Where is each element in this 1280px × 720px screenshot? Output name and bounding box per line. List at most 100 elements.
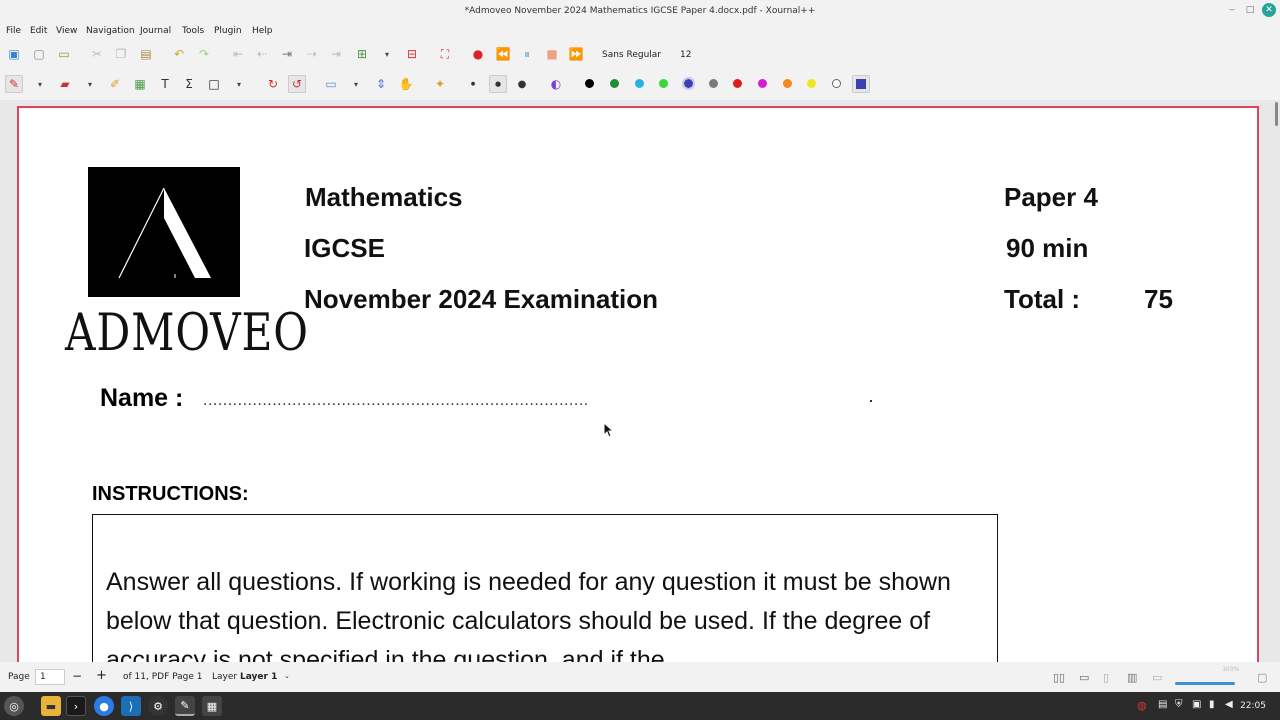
- thin-line-icon[interactable]: ●: [464, 75, 482, 93]
- volume-icon[interactable]: ◀: [1225, 699, 1233, 710]
- zoom-fit-icon[interactable]: ▯: [1103, 671, 1109, 684]
- color-blue[interactable]: [682, 77, 695, 90]
- color-green[interactable]: [610, 79, 619, 88]
- select-rectangle-icon[interactable]: ▭: [322, 75, 340, 93]
- math-tex-icon[interactable]: Σ: [180, 75, 198, 93]
- pdf-page[interactable]: ADMOVEO Mathematics IGCSE November 2024 …: [17, 106, 1259, 662]
- color-magenta[interactable]: [758, 79, 767, 88]
- pen-icon[interactable]: ✎: [5, 75, 23, 93]
- code-editor-icon[interactable]: ⟩: [121, 696, 141, 716]
- font-selector[interactable]: Sans Regular 12: [602, 46, 700, 64]
- shape-rectangle-icon[interactable]: □: [205, 75, 223, 93]
- text-icon[interactable]: T: [156, 75, 174, 93]
- vertical-space-icon[interactable]: ⇕: [372, 75, 390, 93]
- maximize-icon[interactable]: □: [1243, 3, 1257, 17]
- pause-icon[interactable]: ⏸: [518, 45, 536, 63]
- zoom-width-icon[interactable]: ▥: [1127, 671, 1137, 684]
- file-manager-icon[interactable]: ▬: [41, 696, 61, 716]
- start-menu-icon[interactable]: ◎: [4, 696, 24, 716]
- medium-line-icon[interactable]: ●: [489, 75, 507, 93]
- display-icon[interactable]: ▣: [1192, 699, 1201, 710]
- previous-page-icon[interactable]: ⇠: [253, 45, 271, 63]
- fullscreen-toggle-icon[interactable]: ▢: [1257, 671, 1267, 684]
- open-folder-icon[interactable]: ▭: [55, 45, 73, 63]
- menu-navigation[interactable]: Navigation: [86, 22, 135, 40]
- ruler-snap-icon[interactable]: ↻: [264, 75, 282, 93]
- next-page-icon[interactable]: ⇢: [303, 45, 321, 63]
- settings-app-icon[interactable]: ⚙: [148, 696, 168, 716]
- menu-file[interactable]: File: [6, 22, 21, 40]
- stop-icon[interactable]: ■: [543, 45, 561, 63]
- network-icon[interactable]: ◍: [1137, 699, 1147, 712]
- color-gray[interactable]: [709, 79, 718, 88]
- menu-tools[interactable]: Tools: [182, 22, 204, 40]
- level-heading: IGCSE: [304, 233, 385, 263]
- browser-icon[interactable]: ●: [94, 696, 114, 716]
- battery-icon[interactable]: ▮: [1209, 699, 1215, 710]
- cut-icon[interactable]: ✂: [88, 45, 106, 63]
- hand-icon[interactable]: ✋: [397, 75, 415, 93]
- image-icon[interactable]: ▦: [131, 75, 149, 93]
- close-icon[interactable]: ✕: [1262, 3, 1276, 17]
- copy-icon[interactable]: ❐: [112, 45, 130, 63]
- save-icon[interactable]: ▣: [5, 45, 23, 63]
- shield-icon[interactable]: ⛨: [1175, 699, 1183, 710]
- fast-forward-icon[interactable]: ⏩: [567, 45, 585, 63]
- two-pages-icon[interactable]: ▯▯: [1053, 671, 1065, 684]
- calculator-icon[interactable]: ▦: [202, 696, 222, 716]
- page-increment-button[interactable]: +: [96, 668, 107, 683]
- highlighter-icon[interactable]: ✐: [106, 75, 124, 93]
- color-light-blue[interactable]: [635, 79, 644, 88]
- menu-journal[interactable]: Journal: [140, 22, 171, 40]
- shape-recognizer-icon[interactable]: ↺: [288, 75, 306, 93]
- instructions-title: INSTRUCTIONS:: [92, 483, 249, 505]
- menu-plugin[interactable]: Plugin: [214, 22, 242, 40]
- xournal-app-icon[interactable]: ✎: [175, 696, 195, 716]
- last-page-icon[interactable]: ⇥: [327, 45, 345, 63]
- color-white[interactable]: [832, 79, 841, 88]
- chevron-down-icon[interactable]: ▾: [31, 75, 49, 93]
- color-orange[interactable]: [783, 79, 792, 88]
- color-black[interactable]: [585, 79, 594, 88]
- minimize-icon[interactable]: ‒: [1225, 3, 1239, 17]
- chevron-down-icon[interactable]: ▾: [81, 75, 99, 93]
- color-light-green[interactable]: [659, 79, 668, 88]
- page-decrement-button[interactable]: −: [72, 669, 82, 683]
- record-icon[interactable]: ●: [469, 45, 487, 63]
- eraser-icon[interactable]: ▰: [56, 75, 74, 93]
- document-canvas[interactable]: ADMOVEO Mathematics IGCSE November 2024 …: [0, 100, 1280, 662]
- paste-icon[interactable]: ▤: [137, 45, 155, 63]
- thick-line-icon[interactable]: ●: [513, 75, 531, 93]
- zoom-slider[interactable]: [1175, 682, 1235, 685]
- color-yellow[interactable]: [807, 79, 816, 88]
- menu-help[interactable]: Help: [252, 22, 273, 40]
- layer-select[interactable]: Layer 1: [240, 672, 277, 682]
- fill-icon[interactable]: ◐: [547, 75, 565, 93]
- default-tool-icon[interactable]: ✦: [431, 75, 449, 93]
- presentation-icon[interactable]: ▭: [1079, 671, 1089, 684]
- clock[interactable]: 22:05: [1240, 692, 1266, 720]
- fullscreen-icon[interactable]: ⛶: [436, 45, 454, 63]
- terminal-icon[interactable]: ›: [66, 696, 86, 716]
- custom-color-button[interactable]: [852, 75, 870, 93]
- logo-mark: [88, 167, 240, 297]
- vertical-scrollbar[interactable]: [1275, 102, 1278, 126]
- delete-page-icon[interactable]: ⊟: [403, 45, 421, 63]
- goto-page-icon[interactable]: ⇥: [278, 45, 296, 63]
- color-red[interactable]: [733, 79, 742, 88]
- first-page-icon[interactable]: ⇤: [229, 45, 247, 63]
- insert-page-icon[interactable]: ⊞: [353, 45, 371, 63]
- menu-edit[interactable]: Edit: [30, 22, 47, 40]
- zoom-100-icon[interactable]: ▭: [1152, 671, 1162, 684]
- page-number-input[interactable]: 1: [35, 669, 65, 685]
- chevron-down-icon[interactable]: ▾: [347, 75, 365, 93]
- new-document-icon[interactable]: ▢: [30, 45, 48, 63]
- menu-view[interactable]: View: [56, 22, 77, 40]
- rewind-icon[interactable]: ⏪: [494, 45, 512, 63]
- chevron-down-icon[interactable]: ⌄: [284, 672, 290, 680]
- chevron-down-icon[interactable]: ▾: [378, 45, 396, 63]
- redo-icon[interactable]: ↷: [195, 45, 213, 63]
- undo-icon[interactable]: ↶: [170, 45, 188, 63]
- chevron-down-icon[interactable]: ▾: [230, 75, 248, 93]
- clipboard-icon[interactable]: ▤: [1158, 699, 1167, 710]
